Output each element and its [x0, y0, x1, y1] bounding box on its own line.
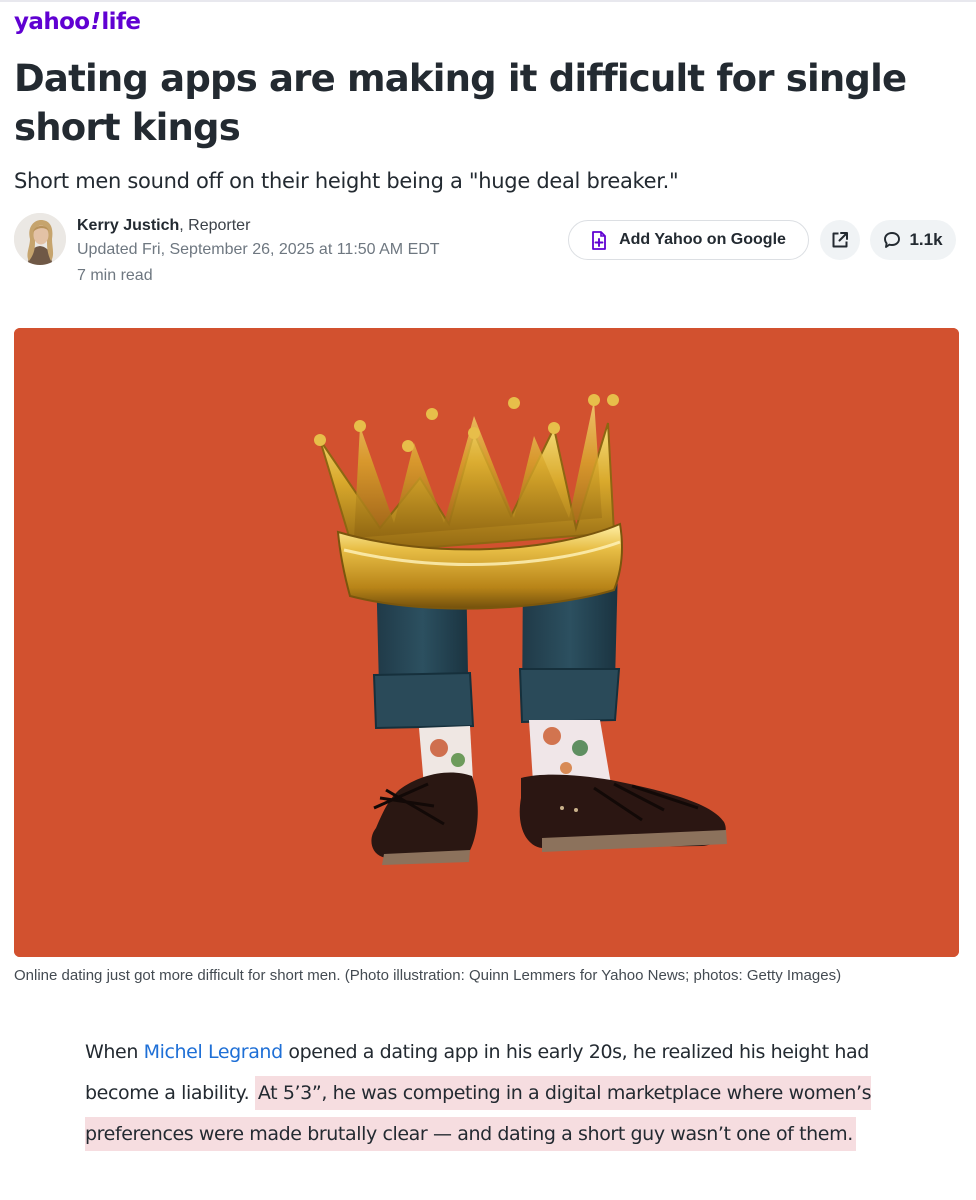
hero-image[interactable] — [14, 328, 959, 957]
read-time: 7 min read — [77, 267, 153, 284]
add-yahoo-on-google-label: Add Yahoo on Google — [619, 231, 786, 248]
michel-legrand-link[interactable]: Michel Legrand — [144, 1041, 284, 1063]
brand-name: yahoo — [14, 9, 90, 35]
top-border — [0, 0, 976, 2]
updated-timestamp: Updated Fri, September 26, 2025 at 11:50… — [77, 241, 440, 258]
article-headline: Dating apps are making it difficult for … — [14, 57, 907, 149]
yahoo-life-logo[interactable]: yahoo! life — [14, 6, 141, 38]
add-document-icon — [591, 230, 607, 250]
hero-caption: Online dating just got more difficult fo… — [14, 967, 842, 984]
comments-button[interactable]: 1.1k — [870, 220, 956, 260]
article-paragraph: When Michel Legrand opened a dating app … — [85, 1032, 905, 1155]
author-role: , Reporter — [179, 217, 251, 234]
crowned-legs-illustration — [14, 328, 959, 957]
external-link-icon — [831, 231, 849, 249]
brand-bang: ! — [90, 9, 101, 35]
author-avatar[interactable] — [14, 213, 66, 265]
brand-section: life — [101, 9, 141, 35]
author-photo — [14, 213, 66, 265]
speech-bubble-icon — [883, 231, 901, 249]
share-button[interactable] — [820, 220, 860, 260]
add-yahoo-on-google-button[interactable]: Add Yahoo on Google — [568, 220, 809, 260]
article-dek: Short men sound off on their height bein… — [14, 169, 679, 193]
author-name[interactable]: Kerry Justich — [77, 217, 179, 234]
byline: Kerry Justich, Reporter — [77, 213, 250, 239]
paragraph-intro: When — [85, 1041, 144, 1063]
comment-count: 1.1k — [909, 230, 943, 249]
